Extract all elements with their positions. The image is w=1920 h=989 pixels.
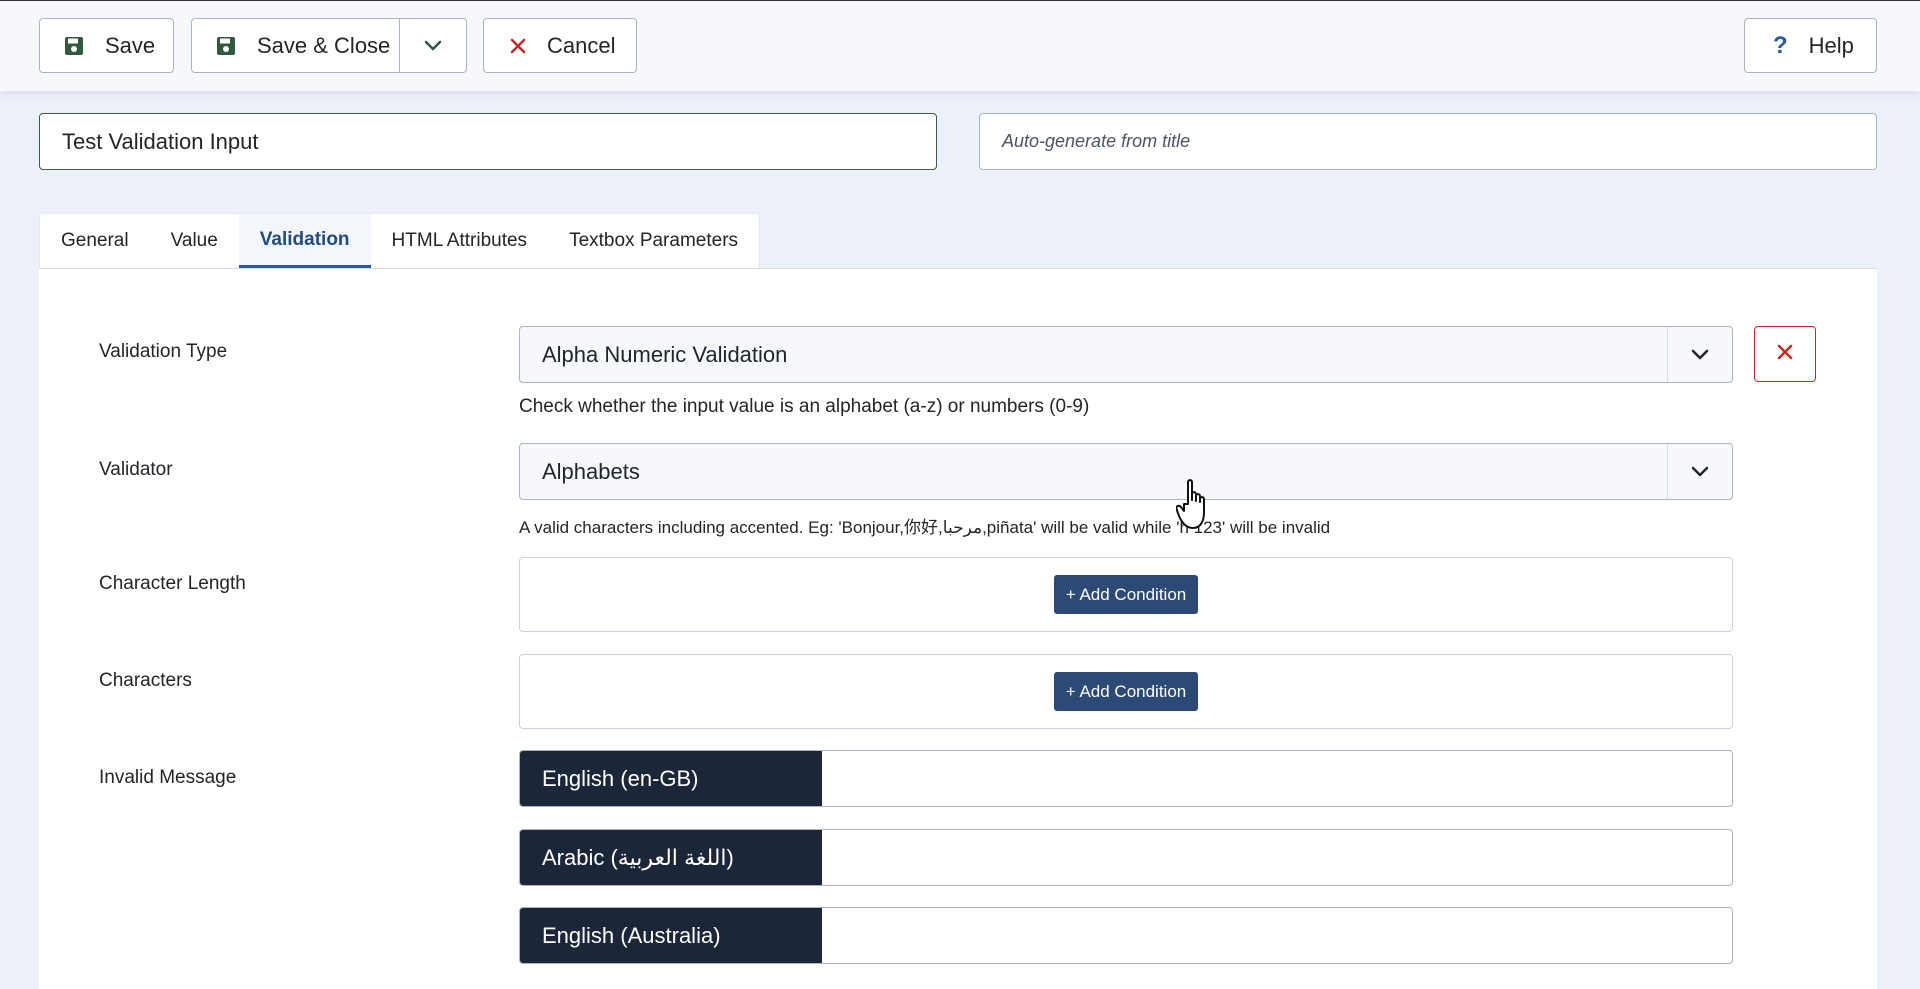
language-tag: Arabic (اللغة العربية) [520, 830, 822, 885]
alias-input[interactable]: Auto-generate from title [979, 113, 1877, 170]
invalid-message-label: Invalid Message [99, 767, 237, 788]
save-options-dropdown-toggle[interactable] [400, 19, 466, 72]
toolbar: Save Save & Close Cancel ? Help [0, 0, 1920, 91]
floppy-disk-icon [64, 36, 84, 56]
tab-validation[interactable]: Validation [238, 214, 371, 268]
save-close-label: Save & Close [257, 32, 391, 58]
add-condition-button[interactable]: + Add Condition [1053, 575, 1199, 614]
name-input[interactable]: Test Validation Input [39, 113, 937, 170]
x-icon [1777, 344, 1793, 365]
chevron-down-icon [1667, 444, 1732, 499]
hand-pointer-icon [1175, 478, 1220, 541]
add-condition-button[interactable]: + Add Condition [1053, 672, 1199, 711]
invalid-message-row-en-gb: English (en-GB) [519, 750, 1733, 807]
tab-html-attributes[interactable]: HTML Attributes [371, 214, 549, 268]
language-tag: English (Australia) [520, 908, 822, 963]
tab-textbox-parameters[interactable]: Textbox Parameters [548, 214, 759, 268]
characters-label: Characters [99, 670, 192, 691]
save-close-button-group: Save & Close [191, 18, 467, 73]
character-length-conditions: + Add Condition [519, 557, 1733, 632]
invalid-message-input[interactable] [822, 830, 1732, 885]
x-icon [510, 38, 526, 54]
validator-label: Validator [99, 459, 173, 480]
save-label: Save [105, 32, 156, 58]
save-close-button[interactable]: Save & Close [192, 19, 400, 72]
invalid-message-row-arabic: Arabic (اللغة العربية) [519, 829, 1733, 886]
floppy-disk-icon [216, 36, 236, 56]
characters-conditions: + Add Condition [519, 654, 1733, 729]
help-label: Help [1808, 32, 1854, 58]
tab-value[interactable]: Value [150, 214, 239, 268]
cancel-label: Cancel [547, 32, 616, 58]
validation-type-value: Alpha Numeric Validation [542, 341, 788, 367]
validator-value: Alphabets [542, 458, 640, 484]
tab-general[interactable]: General [40, 214, 150, 268]
name-input-value: Test Validation Input [62, 128, 259, 154]
tab-bar: General Value Validation HTML Attributes… [39, 213, 761, 268]
chevron-down-icon [1667, 327, 1732, 382]
chevron-down-icon [424, 40, 442, 52]
alias-placeholder: Auto-generate from title [1002, 131, 1191, 151]
language-tag: English (en-GB) [520, 751, 822, 806]
save-button[interactable]: Save [39, 18, 174, 73]
help-button[interactable]: ? Help [1744, 18, 1877, 73]
validation-type-help: Check whether the input value is an alph… [519, 396, 1090, 417]
validator-select[interactable]: Alphabets [519, 443, 1733, 500]
validation-type-label: Validation Type [99, 341, 228, 362]
cancel-button[interactable]: Cancel [483, 18, 637, 73]
invalid-message-input[interactable] [822, 751, 1732, 806]
validation-type-select[interactable]: Alpha Numeric Validation [519, 326, 1733, 383]
invalid-message-input[interactable] [822, 908, 1732, 963]
character-length-label: Character Length [99, 573, 246, 594]
invalid-message-row-en-au: English (Australia) [519, 907, 1733, 964]
question-mark-icon: ? [1773, 31, 1788, 59]
remove-validation-button[interactable] [1754, 326, 1816, 382]
